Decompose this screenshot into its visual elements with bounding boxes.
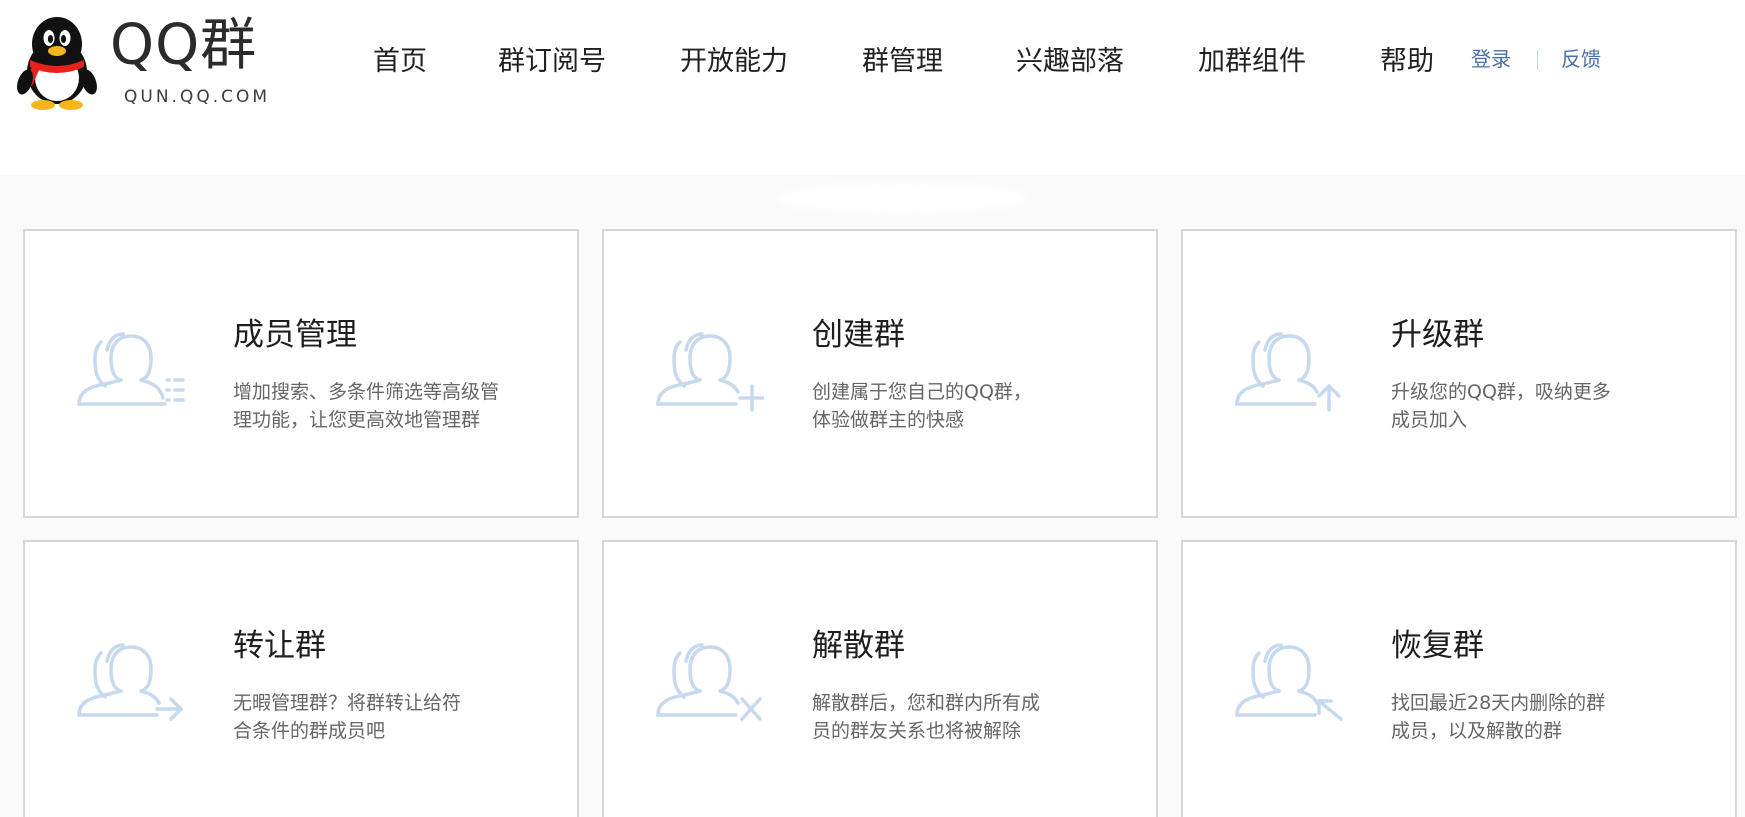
nav-item-group-management[interactable]: 群管理 <box>862 40 943 84</box>
site-logo[interactable]: QQ群 QUN.QQ.COM <box>16 10 296 110</box>
card-title: 升级群 <box>1391 317 1484 353</box>
card-title: 创建群 <box>812 317 905 353</box>
card-description-line: 找回最近28天内删除的群 <box>1391 692 1606 714</box>
logo-subtitle: QUN.QQ.COM <box>124 87 271 107</box>
card-description: 创建属于您自己的QQ群， 体验做群主的快感 <box>812 378 1132 434</box>
members-upgrade-icon <box>1235 332 1341 412</box>
card-description-line: 解散群后，您和群内所有成 <box>812 692 1041 714</box>
decorative-highlight <box>776 183 1026 213</box>
nav-item-home[interactable]: 首页 <box>373 40 427 84</box>
card-description-line: 合条件的群成员吧 <box>233 720 386 742</box>
card-description: 无暇管理群？将群转让给符 合条件的群成员吧 <box>233 689 553 745</box>
card-description: 增加搜索、多条件筛选等高级管 理功能，让您更高效地管理群 <box>233 378 553 434</box>
card-restore-group[interactable]: 恢复群 找回最近28天内删除的群 成员，以及解散的群 <box>1181 540 1737 817</box>
card-dismiss-group[interactable]: 解散群 解散群后，您和群内所有成 员的群友关系也将被解除 <box>602 540 1158 817</box>
card-description-line: 升级您的QQ群，吸纳更多 <box>1391 381 1611 403</box>
members-restore-icon <box>1235 643 1343 721</box>
members-transfer-icon <box>77 643 183 721</box>
card-create-group[interactable]: 创建群 创建属于您自己的QQ群， 体验做群主的快感 <box>602 229 1158 518</box>
card-description-line: 成员，以及解散的群 <box>1391 720 1563 742</box>
card-title: 成员管理 <box>233 317 357 353</box>
card-transfer-group[interactable]: 转让群 无暇管理群？将群转让给符 合条件的群成员吧 <box>23 540 579 817</box>
members-list-icon <box>77 332 185 406</box>
card-title: 恢复群 <box>1391 628 1484 664</box>
nav-item-join-widget[interactable]: 加群组件 <box>1198 40 1306 84</box>
logo-title: QQ群 <box>110 13 258 78</box>
login-link[interactable]: 登录 <box>1471 44 1511 74</box>
util-separator <box>1537 50 1538 70</box>
card-title: 转让群 <box>233 628 326 664</box>
feedback-link[interactable]: 反馈 <box>1561 44 1601 74</box>
card-description: 解散群后，您和群内所有成 员的群友关系也将被解除 <box>812 689 1132 745</box>
card-description-line: 无暇管理群？将群转让给符 <box>233 692 462 714</box>
nav-item-subscription[interactable]: 群订阅号 <box>498 40 606 84</box>
qq-penguin-icon <box>17 17 97 110</box>
card-member-management[interactable]: 成员管理 增加搜索、多条件筛选等高级管 理功能，让您更高效地管理群 <box>23 229 579 518</box>
card-upgrade-group[interactable]: 升级群 升级您的QQ群，吸纳更多 成员加入 <box>1181 229 1737 518</box>
card-description-line: 体验做群主的快感 <box>812 409 965 431</box>
members-dismiss-icon <box>656 643 762 721</box>
card-title: 解散群 <box>812 628 905 664</box>
card-description-line: 增加搜索、多条件筛选等高级管 <box>233 381 500 403</box>
nav-item-help[interactable]: 帮助 <box>1380 40 1434 84</box>
nav-item-open-platform[interactable]: 开放能力 <box>680 40 788 84</box>
card-description-line: 理功能，让您更高效地管理群 <box>233 409 481 431</box>
site-header: QQ群 QUN.QQ.COM 首页 群订阅号 开放能力 群管理 兴趣部落 加群组… <box>0 0 1745 175</box>
members-add-icon <box>656 332 764 412</box>
card-description: 升级您的QQ群，吸纳更多 成员加入 <box>1391 378 1711 434</box>
card-description-line: 员的群友关系也将被解除 <box>812 720 1022 742</box>
card-description-line: 创建属于您自己的QQ群， <box>812 381 1032 403</box>
nav-item-interest-tribe[interactable]: 兴趣部落 <box>1016 40 1124 84</box>
card-description: 找回最近28天内删除的群 成员，以及解散的群 <box>1391 689 1711 745</box>
card-description-line: 成员加入 <box>1391 409 1468 431</box>
